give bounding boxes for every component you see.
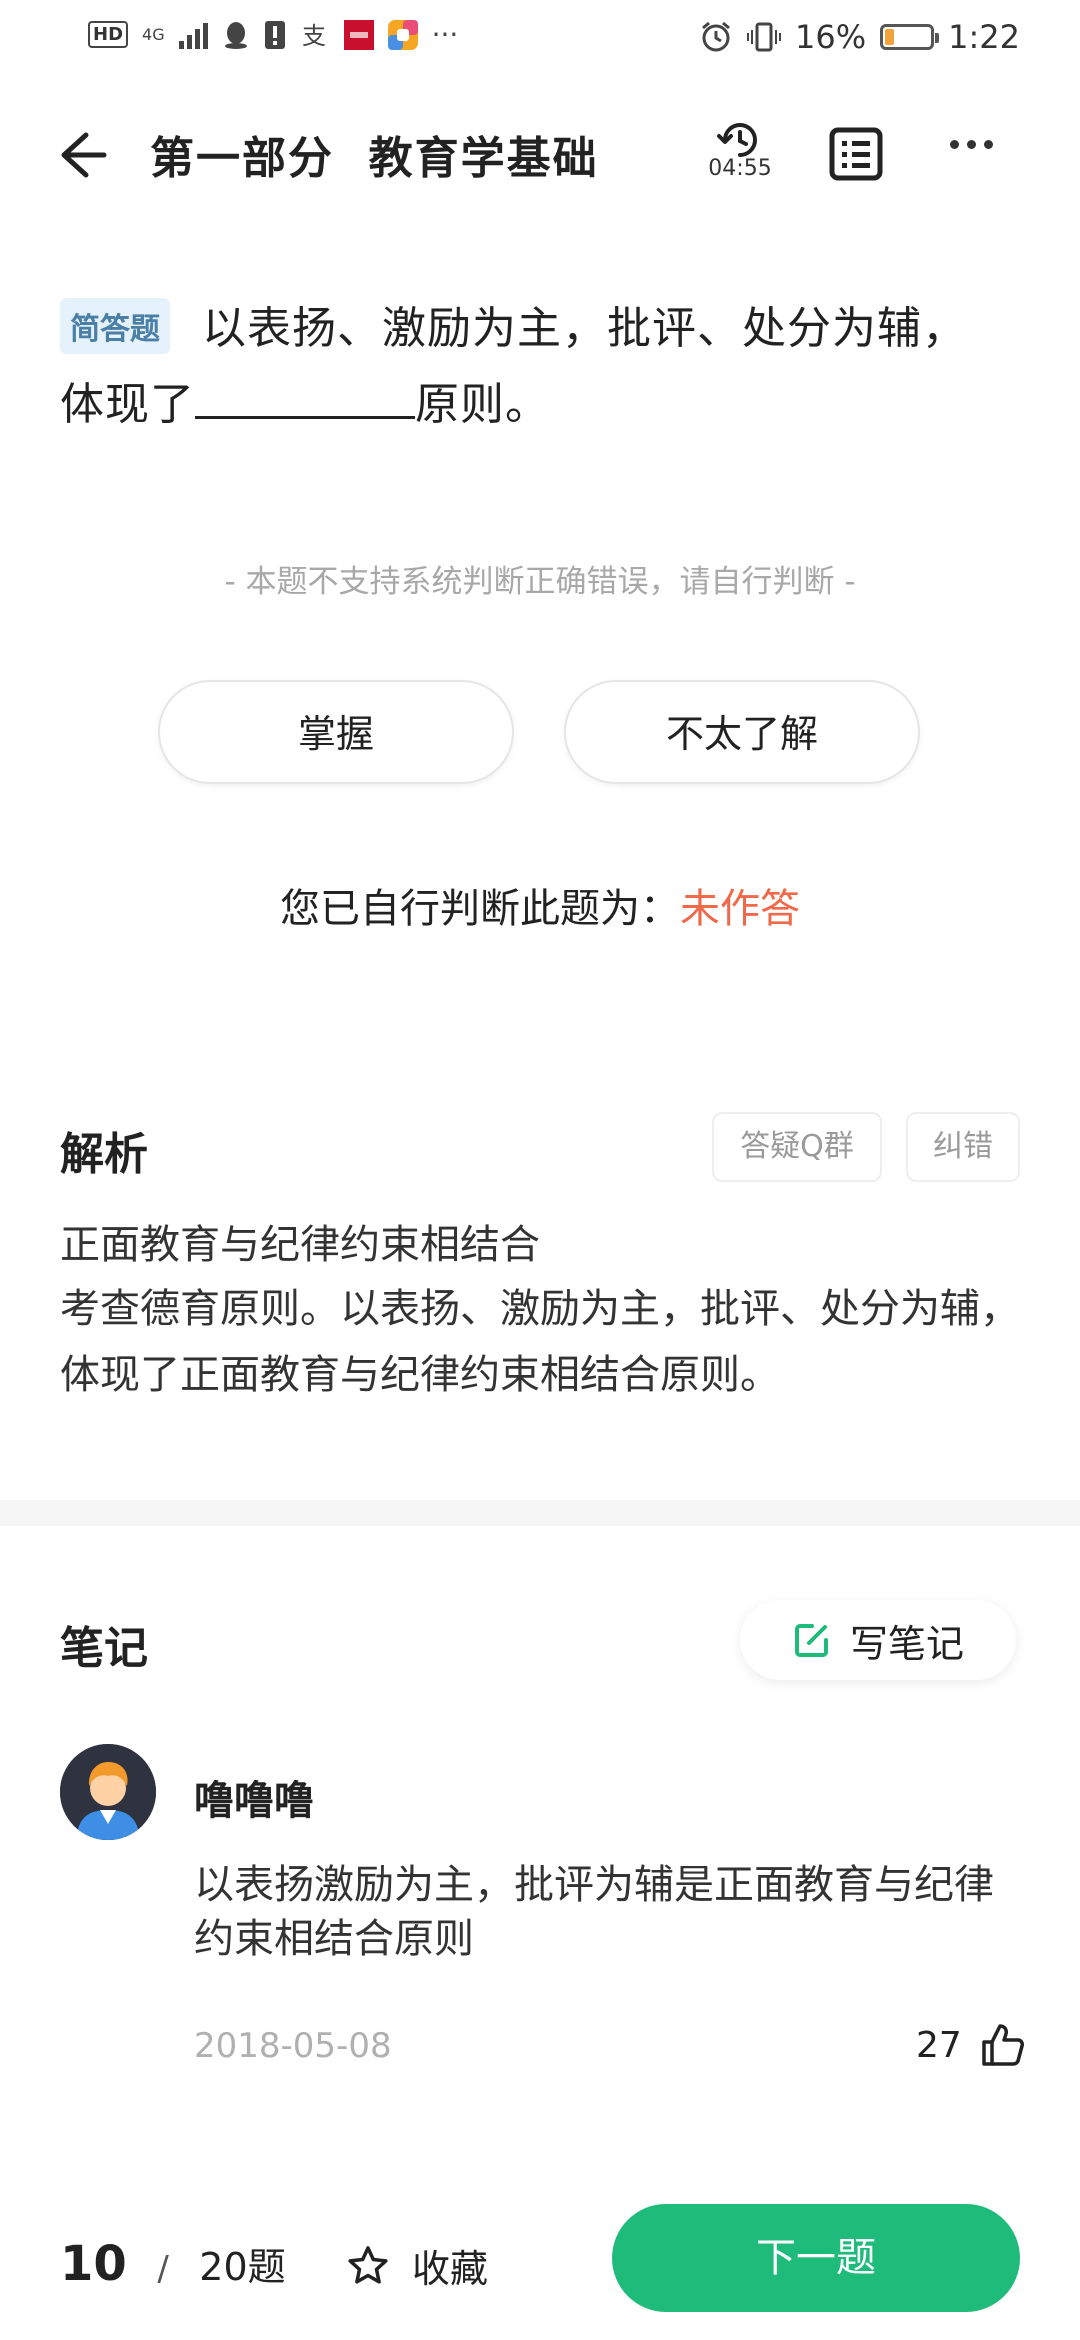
thumbs-up-icon	[982, 2024, 1024, 2066]
qq-icon	[224, 21, 247, 49]
self-judge-state: 未作答	[680, 886, 800, 932]
mastered-button[interactable]: 掌握	[158, 680, 514, 784]
like-count: 27	[916, 2024, 962, 2066]
note-date: 2018-05-08	[194, 2026, 392, 2066]
hd-badge: HD	[88, 21, 129, 48]
battery-percent: 16%	[795, 18, 867, 56]
favorite-button[interactable]: 收藏	[346, 2238, 488, 2293]
judge-notice: - 本题不支持系统判断正确错误，请自行判断 -	[224, 564, 856, 600]
alipay-icon: 支	[302, 22, 326, 50]
app-red-icon	[343, 19, 374, 50]
write-note-label: 写笔记	[849, 1621, 964, 1666]
timer-button[interactable]: 04:55	[700, 118, 780, 188]
question-text-line1: 以表扬、激励为主，批评、处分为辅，	[202, 303, 967, 354]
signal-icon	[178, 21, 208, 49]
page-title: 第一部分 教育学基础	[150, 133, 599, 184]
question-prefix: 体现了	[60, 379, 195, 430]
more-notifications-icon: ···	[431, 18, 459, 51]
self-judge-status: 您已自行判断此题为：未作答	[0, 876, 1080, 934]
network-type: 4G	[142, 24, 165, 44]
analysis-title: 解析	[60, 1129, 148, 1180]
write-note-button[interactable]: 写笔记	[740, 1600, 1016, 1680]
section-divider	[0, 1500, 1080, 1526]
next-question-button[interactable]: 下一题	[612, 2204, 1020, 2312]
qq-group-button[interactable]: 答疑Q群	[712, 1112, 882, 1182]
clock: 1:22	[948, 18, 1020, 56]
question-text-line2: 体现了 原则。	[60, 368, 550, 432]
self-judge-label: 您已自行判断此题为：	[280, 886, 680, 932]
note-text: 以表扬激励为主，批评为辅是正面教育与纪律约束相结合原则	[194, 1862, 994, 1962]
total-questions: 20题	[199, 2245, 286, 2289]
correction-button[interactable]: 纠错	[906, 1112, 1020, 1182]
timer-icon	[717, 123, 757, 157]
svg-text:支: 支	[302, 22, 326, 50]
status-left: HD 4G 支 ···	[88, 18, 458, 51]
notes-title: 笔记	[60, 1623, 148, 1674]
status-right: 16% 1:22	[699, 18, 1020, 56]
avatar[interactable]	[60, 1744, 156, 1840]
app-colorful-icon	[387, 19, 418, 50]
current-question: 10	[60, 2236, 127, 2292]
answer-blank	[195, 372, 415, 419]
progress-separator: /	[157, 2249, 169, 2289]
favorite-label: 收藏	[412, 2247, 489, 2291]
edit-icon	[794, 1624, 828, 1657]
not-understood-button[interactable]: 不太了解	[564, 680, 920, 784]
back-arrow-icon[interactable]	[52, 125, 112, 185]
status-bar: HD 4G 支 ··· 16% 1:22	[0, 0, 1080, 80]
answer-sheet-icon[interactable]	[828, 126, 884, 182]
question-type-tag: 简答题	[60, 298, 170, 354]
timer-value: 04:55	[708, 156, 772, 181]
alarm-icon	[702, 21, 730, 52]
battery-icon	[880, 24, 940, 50]
user-avatar-icon	[60, 1744, 156, 1840]
note-username: 噜噜噜	[194, 1778, 314, 1824]
vibrate-icon	[747, 22, 782, 52]
analysis-explanation: 考查德育原则。以表扬、激励为主，批评、处分为辅，体现了正面教育与纪律约束相结合原…	[60, 1286, 1020, 1398]
alert-icon	[264, 20, 285, 49]
more-menu-icon[interactable]	[950, 140, 993, 149]
star-icon	[348, 2245, 388, 2284]
question-progress: 10 / 20题	[60, 2236, 286, 2292]
like-button[interactable]: 27	[916, 2022, 1026, 2068]
analysis-answer: 正面教育与纪律约束相结合	[60, 1222, 540, 1268]
question-suffix: 原则。	[415, 379, 550, 430]
